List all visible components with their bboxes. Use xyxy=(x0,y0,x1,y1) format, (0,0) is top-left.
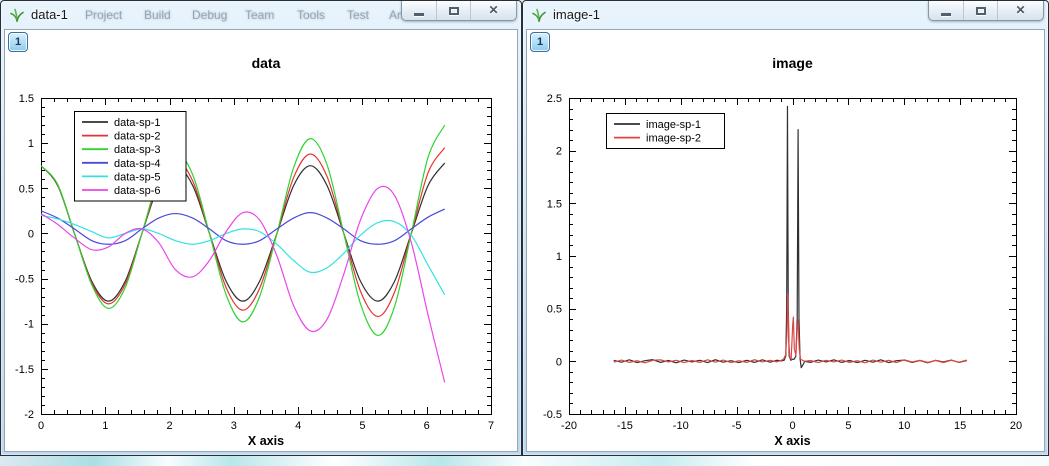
chart-title: image xyxy=(772,55,813,71)
ghost-menu-item: Build xyxy=(144,8,171,22)
legend-label: data-sp-1 xyxy=(114,117,160,129)
series-data-sp-4 xyxy=(41,209,445,244)
y-tick-label: 0 xyxy=(556,356,562,368)
caption-buttons: ✕ xyxy=(928,1,1044,21)
legend-label: data-sp-4 xyxy=(114,158,160,170)
x-tick-label: 3 xyxy=(231,420,237,432)
chart-image: image -20 -15 -10 -5 0 5 10 15 20 -0.5 0 0.5 1 1.5 2 2.5… xyxy=(527,30,1044,451)
maximize-button[interactable] xyxy=(963,1,997,20)
x-tick-label: 15 xyxy=(954,420,966,432)
legend-label: image-sp-1 xyxy=(646,119,701,131)
chart-canvas: image -20 -15 -10 -5 0 5 10 15 20 -0.5 0 0.5 1 1.5 2 2.5… xyxy=(527,30,1044,451)
client-area: 1 image -20 -15 -10 -5 0 5 10 15 20 -0.5 0 0.5 1 1.5 2 2… xyxy=(526,29,1045,452)
ghost-menu-item: Team xyxy=(245,8,274,22)
chart-title: data xyxy=(252,55,281,71)
y-tick-label: -0.5 xyxy=(15,274,34,286)
x-axis-label: X axis xyxy=(248,434,284,448)
x-tick-label: 0 xyxy=(38,420,44,432)
maximize-button[interactable] xyxy=(436,1,470,20)
window-data-1: ProjectBuildDebugTeamToolsTestAnal data-… xyxy=(0,0,522,456)
y-tick-label: 0.5 xyxy=(547,304,562,316)
close-button[interactable]: ✕ xyxy=(997,1,1043,20)
y-tick-label: -2 xyxy=(24,409,34,421)
legend-label: image-sp-2 xyxy=(646,133,701,145)
minimize-button[interactable] xyxy=(402,1,436,20)
y-tick-label: -1 xyxy=(24,319,34,331)
sprout-app-icon xyxy=(531,7,547,23)
window-image-1: image-1 ✕ 1 image-20-15-10-505101520-0.5… xyxy=(522,0,1049,456)
x-tick-label: -15 xyxy=(617,420,633,432)
y-tick-label: 1 xyxy=(28,138,34,150)
client-area: 1 data 0 1 2 3 4 5 6 7 -2 -1.5 -1 -0.5 0 0.5 1 1.5 X axis… xyxy=(4,29,518,452)
y-tick-label: -1.5 xyxy=(15,364,34,376)
x-tick-label: 5 xyxy=(359,420,365,432)
chart-data: data 0 1 2 3 4 5 6 7 -2 -1.5 -1 -0.5 0 0.5 1 1.5 X axis da… xyxy=(5,30,517,451)
x-tick-label: 5 xyxy=(845,420,851,432)
x-tick-label: -10 xyxy=(673,420,689,432)
ghost-menu-item: Tools xyxy=(297,8,325,22)
close-icon: ✕ xyxy=(1015,1,1025,20)
y-tick-label: -0.5 xyxy=(543,409,562,421)
titlebar[interactable]: ProjectBuildDebugTeamToolsTestAnal data-… xyxy=(1,1,521,29)
legend-label: data-sp-3 xyxy=(114,144,160,156)
close-icon: ✕ xyxy=(488,1,498,20)
legend-label: data-sp-6 xyxy=(114,185,160,197)
x-tick-label: 10 xyxy=(898,420,910,432)
x-tick-label: 1 xyxy=(102,420,108,432)
close-button[interactable]: ✕ xyxy=(470,1,516,20)
x-tick-label: -20 xyxy=(561,420,577,432)
minimize-button[interactable] xyxy=(929,1,963,20)
window-title: image-1 xyxy=(553,7,600,22)
x-tick-label: 4 xyxy=(295,420,301,432)
x-tick-label: -5 xyxy=(732,420,742,432)
x-tick-label: 0 xyxy=(789,420,795,432)
ghost-menu-item: Debug xyxy=(192,8,227,22)
taskbar-strip xyxy=(0,456,1049,466)
window-title: data-1 xyxy=(31,7,68,22)
y-tick-label: 0.5 xyxy=(19,183,34,195)
legend-label: data-sp-5 xyxy=(114,171,160,183)
ghost-menu-item: Project xyxy=(85,8,122,22)
series-data-sp-6 xyxy=(41,186,445,382)
series-image-sp-2 xyxy=(614,294,967,363)
y-tick-label: 0 xyxy=(28,228,34,240)
x-tick-label: 2 xyxy=(167,420,173,432)
y-tick-label: 1.5 xyxy=(547,198,562,210)
y-tick-label: 2.5 xyxy=(547,93,562,105)
legend: data-sp-1data-sp-2data-sp-3data-sp-4data… xyxy=(75,112,186,202)
y-tick-label: 2 xyxy=(556,146,562,158)
x-tick-label: 20 xyxy=(1010,420,1022,432)
x-axis-label: X axis xyxy=(774,434,810,448)
sprout-app-icon xyxy=(9,7,25,23)
legend-label: data-sp-2 xyxy=(114,131,160,143)
y-tick-label: 1.5 xyxy=(19,93,34,105)
x-tick-label: 6 xyxy=(424,420,430,432)
x-tick-label: 7 xyxy=(488,420,494,432)
legend: image-sp-1 image-sp-2 xyxy=(607,114,725,149)
y-tick-label: 1 xyxy=(556,251,562,263)
minimize-icon xyxy=(941,13,951,16)
restore-icon xyxy=(449,7,459,15)
minimize-icon xyxy=(414,13,424,16)
titlebar[interactable]: image-1 ✕ xyxy=(523,1,1048,29)
chart-canvas: data 0 1 2 3 4 5 6 7 -2 -1.5 -1 -0.5 0 0.5 1 1.5 X axis da… xyxy=(5,30,517,451)
ghost-menu-item: Test xyxy=(347,8,369,22)
restore-icon xyxy=(976,7,986,15)
series-data-sp-5 xyxy=(41,215,445,294)
caption-buttons: ✕ xyxy=(401,1,517,21)
